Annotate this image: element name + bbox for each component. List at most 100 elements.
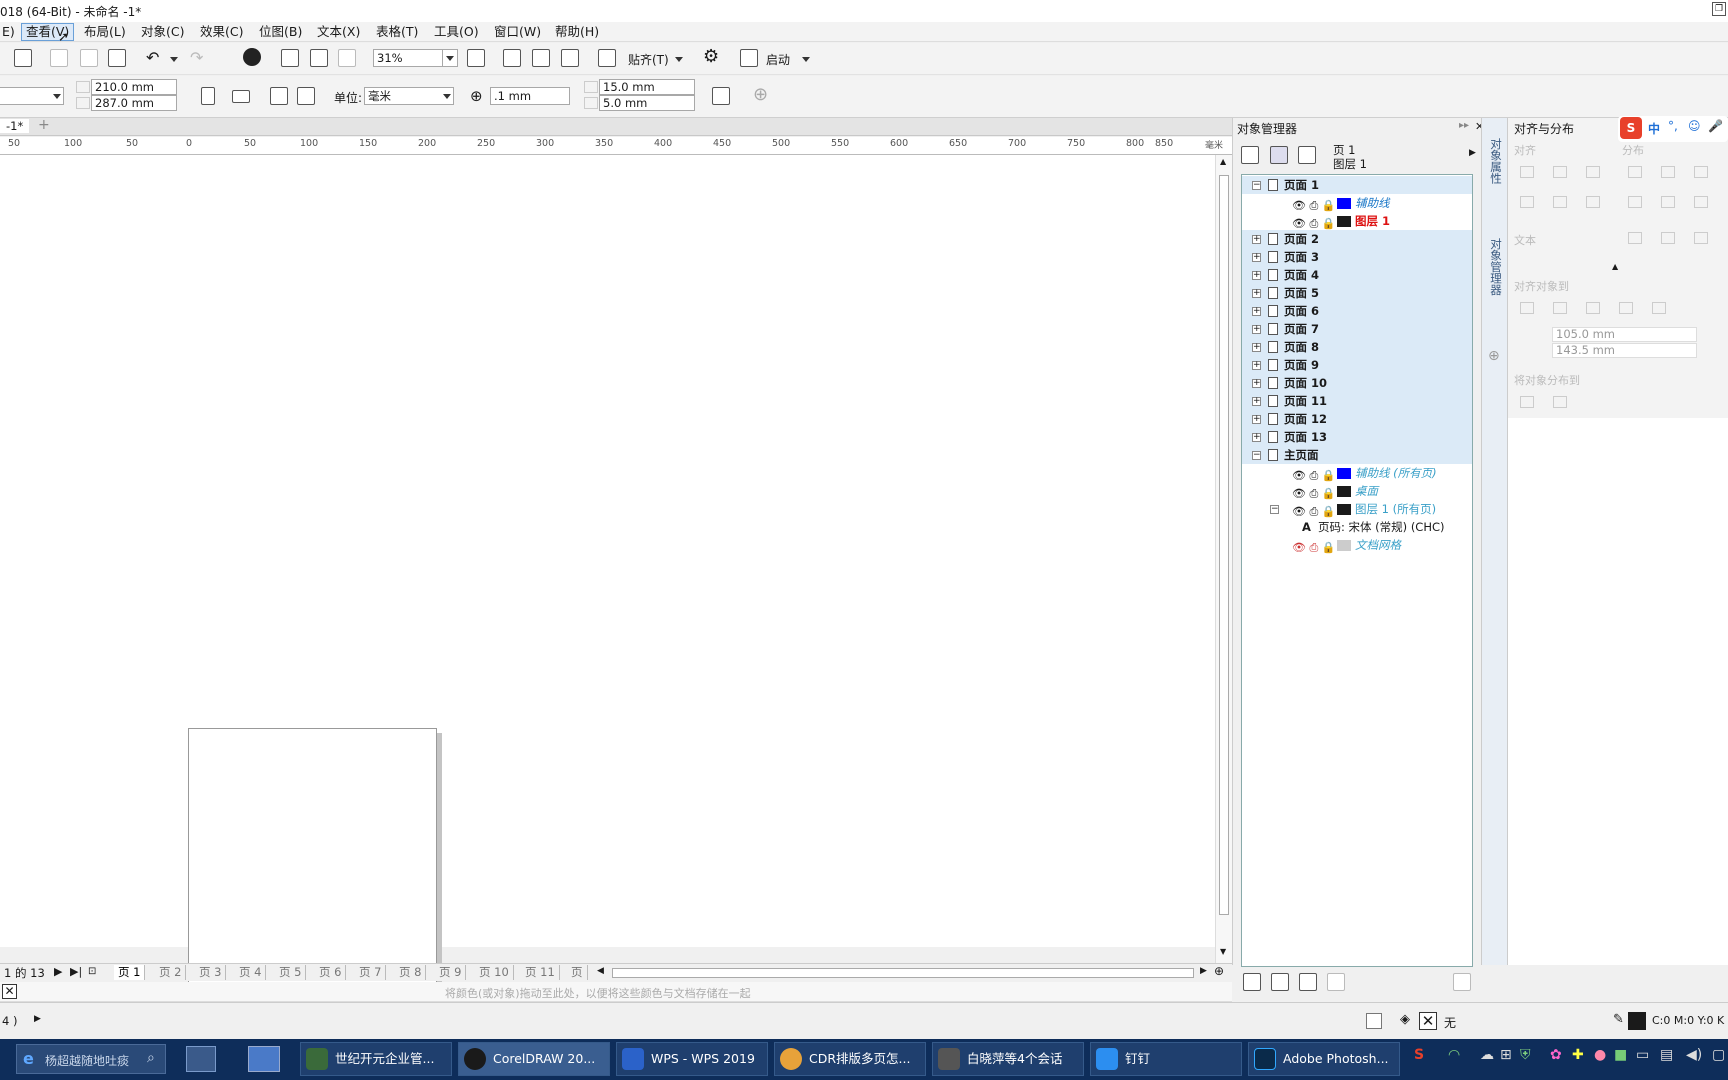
zoom-icon[interactable]: ⊕ bbox=[1214, 964, 1224, 978]
layer-manager-view-icon[interactable] bbox=[1298, 146, 1316, 164]
volume-icon[interactable]: ◀) bbox=[1686, 1047, 1702, 1063]
current-page-icon[interactable] bbox=[297, 87, 315, 105]
expand-icon[interactable]: + bbox=[1252, 343, 1261, 352]
page-node[interactable]: + 页面 12 bbox=[1242, 410, 1472, 428]
zoom-field[interactable]: 31% bbox=[373, 49, 443, 67]
snap-icon[interactable] bbox=[598, 49, 616, 67]
scroll-right-icon[interactable]: ▶ bbox=[1200, 966, 1207, 976]
expand-icon[interactable]: + bbox=[1252, 289, 1261, 298]
specified-point-icon[interactable] bbox=[1652, 302, 1666, 314]
align-middle-icon[interactable] bbox=[1553, 196, 1567, 208]
text-first-line-icon[interactable] bbox=[1628, 232, 1642, 244]
corel-connect-icon[interactable] bbox=[243, 48, 261, 66]
page-tab[interactable]: 页 9 bbox=[435, 965, 467, 980]
menu-text[interactable]: 文本(X) bbox=[313, 23, 364, 41]
collapse-icon[interactable]: − bbox=[1252, 181, 1261, 190]
page-node[interactable]: + 页面 5 bbox=[1242, 284, 1472, 302]
punctuation-icon[interactable]: °, bbox=[1668, 119, 1678, 133]
export-icon[interactable] bbox=[310, 49, 328, 67]
battery-icon[interactable]: ▭ bbox=[1636, 1047, 1649, 1063]
collapse-icon[interactable]: − bbox=[1252, 451, 1261, 460]
collapse-section-icon[interactable]: ▲ bbox=[1612, 262, 1618, 271]
options-gear-icon[interactable]: ⚙ bbox=[703, 46, 719, 67]
align-right-icon[interactable] bbox=[1586, 166, 1600, 178]
new-master-layer-icon[interactable] bbox=[1271, 973, 1289, 991]
rulers-icon[interactable] bbox=[503, 49, 521, 67]
publish-pdf-icon[interactable] bbox=[338, 49, 356, 67]
landscape-icon[interactable] bbox=[232, 90, 250, 103]
plus-app-icon[interactable]: ✚ bbox=[1572, 1047, 1584, 1063]
new-master-layer-even-icon[interactable] bbox=[1327, 973, 1345, 991]
print-icon[interactable] bbox=[14, 49, 32, 67]
distribute-bottom-icon[interactable] bbox=[1694, 196, 1708, 208]
layer-node[interactable]: 👁 ⎙ 🔒 桌面 bbox=[1242, 482, 1472, 500]
menu-effects[interactable]: 效果(C) bbox=[196, 23, 247, 41]
expand-icon[interactable]: + bbox=[1252, 433, 1261, 442]
active-object-icon[interactable] bbox=[1520, 302, 1534, 314]
page-node[interactable]: − 页面 1 bbox=[1242, 176, 1472, 194]
expand-icon[interactable]: + bbox=[1252, 361, 1261, 370]
microphone-icon[interactable]: 🎤 bbox=[1708, 119, 1723, 133]
page-tab[interactable]: 页 5 bbox=[275, 965, 307, 980]
page-height-field[interactable]: 287.0 mm bbox=[91, 95, 177, 111]
page-node[interactable]: + 页面 3 bbox=[1242, 248, 1472, 266]
last-page-icon[interactable]: ▶| bbox=[70, 965, 82, 978]
show-properties-icon[interactable] bbox=[1241, 146, 1259, 164]
menu-tools[interactable]: 工具(O) bbox=[430, 23, 483, 41]
add-page-icon[interactable]: ⊡ bbox=[88, 966, 96, 977]
grid-align-icon[interactable] bbox=[1619, 302, 1633, 314]
expand-icon[interactable]: + bbox=[1252, 235, 1261, 244]
menu-layout[interactable]: 布局(L) bbox=[80, 23, 130, 41]
no-color-swatch[interactable]: ✕ bbox=[2, 984, 17, 999]
tab-object-manager[interactable]: 对象管理器 bbox=[1488, 238, 1504, 296]
menu-bitmaps[interactable]: 位图(B) bbox=[255, 23, 306, 41]
distribute-top-icon[interactable] bbox=[1628, 196, 1642, 208]
horizontal-scroll-thumb[interactable] bbox=[612, 968, 1194, 978]
nvidia-icon[interactable]: ■ bbox=[1614, 1047, 1627, 1063]
taskbar-app[interactable]: WPS - WPS 2019 bbox=[616, 1042, 768, 1076]
delete-icon[interactable] bbox=[1453, 973, 1471, 991]
grid-icon[interactable] bbox=[532, 49, 550, 67]
page-node[interactable]: + 页面 6 bbox=[1242, 302, 1472, 320]
taskbar-app[interactable]: 钉钉 bbox=[1090, 1042, 1242, 1076]
page-tab[interactable]: 页 4 bbox=[235, 965, 267, 980]
menu-edit[interactable]: E) bbox=[0, 23, 19, 41]
selection-edge-icon[interactable] bbox=[1553, 302, 1567, 314]
guidelines-icon[interactable] bbox=[561, 49, 579, 67]
page-edge-icon[interactable] bbox=[1586, 302, 1600, 314]
taskbar-app[interactable]: 白晓萍等4个会话 bbox=[932, 1042, 1084, 1076]
menu-help[interactable]: 帮助(H) bbox=[551, 23, 603, 41]
undo-dropdown-icon[interactable] bbox=[170, 57, 178, 62]
layer-node[interactable]: 👁 ⎙ 🔒 图层 1 bbox=[1242, 212, 1472, 230]
page-node[interactable]: + 页面 8 bbox=[1242, 338, 1472, 356]
qq-icon[interactable]: ● bbox=[1594, 1047, 1606, 1063]
emoji-icon[interactable]: ☺ bbox=[1688, 119, 1701, 133]
restore-icon[interactable]: ❐ bbox=[1712, 2, 1726, 16]
notifications-icon[interactable]: ▢ bbox=[1712, 1047, 1725, 1063]
scroll-down-icon[interactable]: ▼ bbox=[1220, 947, 1226, 956]
edit-across-layers-icon[interactable] bbox=[1270, 146, 1288, 164]
distribute-right-icon[interactable] bbox=[1694, 166, 1708, 178]
cloud-icon[interactable]: ☁ bbox=[1480, 1047, 1494, 1063]
new-master-layer-all-icon[interactable] bbox=[1299, 973, 1317, 991]
layer-node[interactable]: 👁 ⎙ 🔒 文档网格 bbox=[1242, 536, 1472, 554]
duplicate-x-field[interactable]: 15.0 mm bbox=[599, 79, 695, 95]
x-coordinate-field[interactable]: 105.0 mm bbox=[1552, 327, 1697, 342]
page-tab[interactable]: 页 8 bbox=[395, 965, 427, 980]
flyout-menu-icon[interactable]: ▶ bbox=[1469, 148, 1476, 158]
page-tab[interactable]: 页 7 bbox=[355, 965, 387, 980]
outline-color-swatch[interactable] bbox=[1628, 1012, 1646, 1030]
scroll-up-icon[interactable]: ▲ bbox=[1220, 157, 1226, 166]
launch-dropdown-icon[interactable] bbox=[802, 57, 810, 62]
align-center-icon[interactable] bbox=[1553, 166, 1567, 178]
page-node[interactable]: + 页面 13 bbox=[1242, 428, 1472, 446]
layer-node[interactable]: 👁 ⎙ 🔒 辅助线 bbox=[1242, 194, 1472, 212]
fill-none-swatch[interactable]: ✕ bbox=[1419, 1012, 1437, 1030]
tab-object-properties[interactable]: 对象属性 bbox=[1488, 138, 1504, 184]
layer-node[interactable]: − 👁 ⎙ 🔒 图层 1 (所有页) bbox=[1242, 500, 1472, 518]
next-page-icon[interactable]: ▶ bbox=[54, 965, 62, 978]
object-node[interactable]: A 页码: 宋体 (常规) (CHC) bbox=[1242, 518, 1472, 536]
page-node[interactable]: + 页面 2 bbox=[1242, 230, 1472, 248]
collapse-icon[interactable]: ▸▸ bbox=[1459, 120, 1469, 131]
security-shield-icon[interactable]: ⛨ bbox=[1520, 1047, 1531, 1063]
